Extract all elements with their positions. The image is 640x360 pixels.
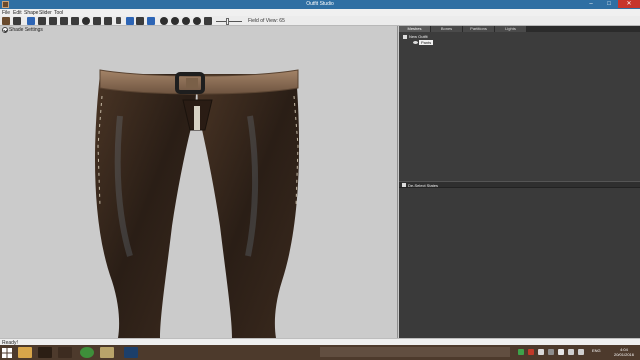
volume-icon[interactable] [578, 349, 584, 355]
inflate-brush-icon[interactable] [38, 17, 46, 25]
fov-label: Field of View: 65 [248, 18, 285, 24]
taskbar: ENG 4:04 20/01/2016 [0, 345, 640, 360]
menu-bar: File Edit Shape Slider Tool [0, 9, 640, 16]
taskbar-empty-area [320, 347, 510, 357]
codpiece-lace [194, 106, 200, 130]
fov-slider-track[interactable] [216, 21, 242, 22]
shade-settings-toggle[interactable]: Shade Settings [2, 27, 43, 34]
shade-settings-label: Shade Settings [9, 27, 43, 33]
network-icon[interactable] [568, 349, 574, 355]
tray-app-icon-1[interactable] [518, 349, 524, 355]
tray-app-icon-2[interactable] [528, 349, 534, 355]
windows-start-icon[interactable] [2, 348, 12, 358]
eye-icon[interactable] [413, 41, 418, 45]
deselect-states-checkbox[interactable] [402, 183, 406, 187]
collapse-icon[interactable] [403, 34, 407, 39]
alpha-brush-icon[interactable] [104, 17, 112, 25]
sphere-view-icon[interactable] [160, 17, 168, 25]
right-panel: Meshes Bones Partitions Lights New Outfi… [399, 26, 640, 338]
weight-brush-icon[interactable] [82, 17, 90, 25]
window-title: Outfit Studio [306, 1, 334, 7]
deselect-states-bar: De-Select States [399, 181, 640, 188]
language-indicator[interactable]: ENG [592, 348, 601, 353]
tool-icon[interactable] [100, 347, 114, 358]
eyedropper-icon[interactable] [116, 17, 121, 24]
flag-icon[interactable] [558, 349, 564, 355]
chevron-down-icon [2, 27, 8, 33]
connected-only-icon[interactable] [136, 17, 144, 25]
clock-date: 20/01/2016 [613, 352, 635, 357]
wireframe-view-icon[interactable] [171, 17, 179, 25]
camera-icon[interactable] [204, 17, 212, 25]
status-bar: Ready! [0, 338, 640, 346]
texture-view-icon[interactable] [193, 17, 201, 25]
3d-viewport[interactable]: Shade Settings [0, 26, 398, 338]
smooth-brush-icon[interactable] [71, 17, 79, 25]
mesh-tree: New Outfit Pants [399, 32, 640, 181]
sliders-area [399, 188, 640, 338]
lighting-view-icon[interactable] [182, 17, 190, 25]
tray-app-icon-3[interactable] [538, 349, 544, 355]
game-icon[interactable] [38, 347, 52, 358]
fov-slider-thumb[interactable] [226, 18, 229, 25]
outfit-icon[interactable] [2, 17, 10, 25]
outfit-studio-taskbar-icon[interactable] [58, 347, 72, 358]
toolbar: Field of View: 65 [0, 16, 640, 26]
close-button[interactable]: ✕ [618, 0, 640, 8]
belt-tongue [186, 78, 198, 88]
mask-brush-icon[interactable] [27, 17, 35, 25]
tree-item-label: Pants [419, 40, 434, 46]
clock[interactable]: 4:04 20/01/2016 [610, 347, 638, 357]
tray-app-icon-4[interactable] [548, 349, 554, 355]
tree-root[interactable]: New Outfit [403, 34, 428, 39]
x-mirror-icon[interactable] [126, 17, 134, 25]
photoshop-icon[interactable] [124, 347, 138, 358]
right-leg [197, 74, 300, 338]
move-brush-icon[interactable] [60, 17, 68, 25]
tree-root-label: New Outfit [409, 34, 428, 39]
global-brush-icon[interactable] [147, 17, 155, 25]
left-leg [95, 74, 197, 338]
tree-item-pants[interactable]: Pants [413, 40, 434, 46]
file-explorer-icon[interactable] [18, 347, 32, 358]
color-brush-icon[interactable] [93, 17, 101, 25]
minimize-button[interactable]: – [582, 0, 600, 8]
title-bar: Outfit Studio – □ ✕ [0, 0, 640, 9]
select-tool-icon[interactable] [13, 17, 21, 25]
chrome-icon[interactable] [80, 347, 94, 358]
maximize-button[interactable]: □ [600, 0, 618, 8]
pants-model [95, 69, 300, 338]
deflate-brush-icon[interactable] [49, 17, 57, 25]
